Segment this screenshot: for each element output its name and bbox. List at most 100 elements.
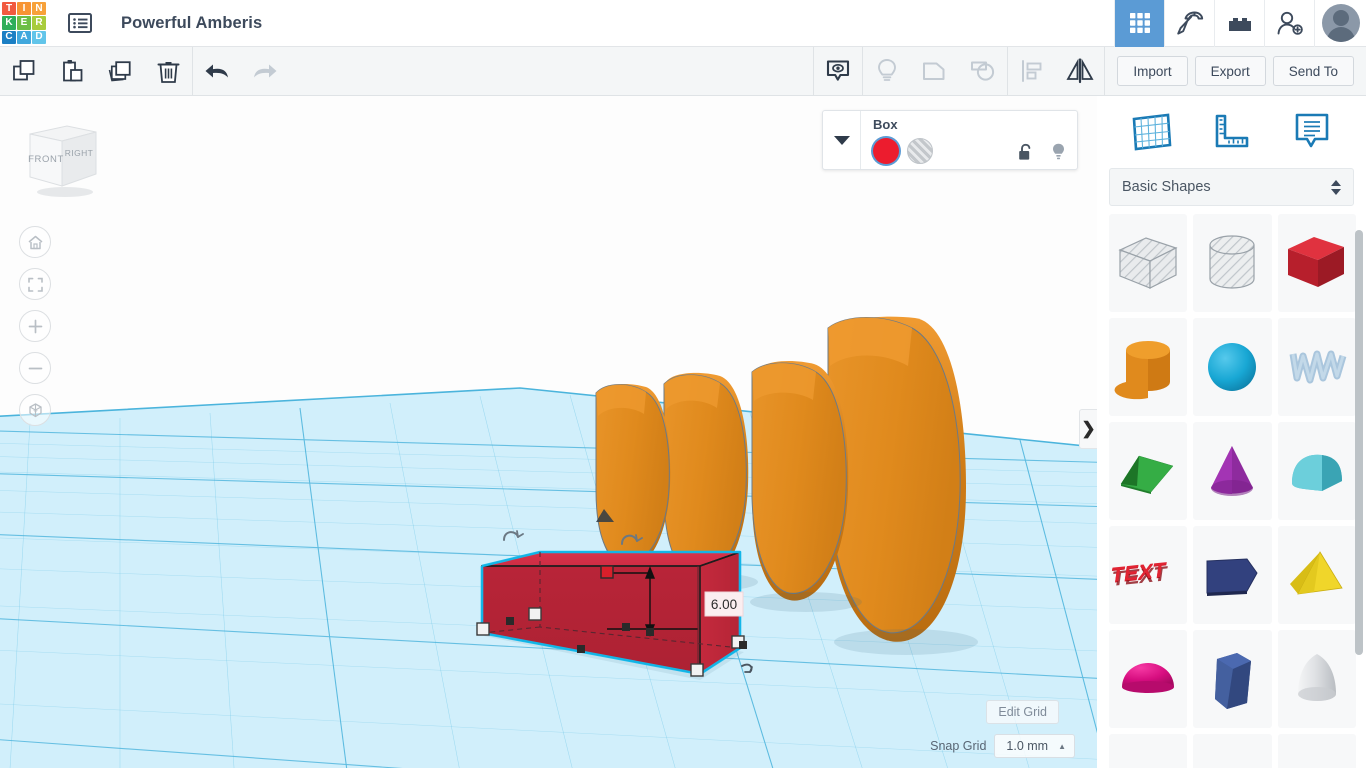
- tab-note[interactable]: [1284, 107, 1340, 157]
- shapes-panel: Basic Shapes TEXT TEXT TEXT: [1097, 96, 1366, 768]
- shape-cylinder[interactable]: [1109, 318, 1188, 416]
- logo-tile-t: T: [2, 2, 16, 16]
- edit-toolbar: Import Export Send To: [0, 47, 1366, 96]
- notes-button[interactable]: [814, 47, 862, 95]
- hide-button[interactable]: [863, 47, 911, 95]
- tinkercad-app: TINKERCAD Powerful Amberis Import Export…: [0, 0, 1366, 768]
- ungroup-button[interactable]: [959, 47, 1007, 95]
- topbar-actions: [1114, 0, 1366, 47]
- shape-sphere[interactable]: [1193, 318, 1272, 416]
- dimension-value-text: 6.00: [711, 597, 737, 612]
- solid-color-swatch[interactable]: [873, 138, 899, 164]
- shape-properties-panel: Box: [822, 110, 1078, 170]
- avatar[interactable]: [1314, 0, 1366, 47]
- tab-ruler[interactable]: [1203, 107, 1259, 157]
- shape-cylinder-hole[interactable]: [1193, 214, 1272, 312]
- logo-tile-d: D: [32, 30, 46, 44]
- home-view-button[interactable]: [19, 226, 51, 258]
- shape-cone[interactable]: [1193, 422, 1272, 520]
- shape-extra-1[interactable]: [1109, 734, 1188, 768]
- tinkercad-logo[interactable]: TIN KER CAD: [1, 1, 47, 45]
- logo-tile-c: C: [2, 30, 16, 44]
- scale-handle-corner: [690, 663, 704, 677]
- paste-button[interactable]: [48, 47, 96, 95]
- caret-up-icon: ▲: [1058, 741, 1066, 751]
- shape-scribble[interactable]: [1277, 318, 1356, 416]
- shape-roof[interactable]: [1109, 422, 1188, 520]
- shape-hex-prism[interactable]: [1193, 630, 1272, 728]
- logo-tile-i: I: [17, 2, 31, 16]
- group-button[interactable]: [911, 47, 959, 95]
- view-cube[interactable]: FRONT RIGHT: [22, 118, 104, 204]
- viewcube-front-label: FRONT: [28, 154, 64, 165]
- edit-grid-button[interactable]: Edit Grid: [986, 700, 1059, 724]
- shapes-panel-tabs: [1097, 96, 1366, 168]
- 3d-viewport[interactable]: 6.00 FRONT RIGHT ❯ Edit Grid Snap Grid 1…: [0, 96, 1097, 768]
- shape-paraboloid[interactable]: [1277, 630, 1356, 728]
- shape-category-dropdown[interactable]: Basic Shapes: [1109, 168, 1354, 206]
- tab-bricks[interactable]: [1214, 0, 1264, 47]
- shape-polygon-extrude[interactable]: [1193, 526, 1272, 624]
- height-handle: [600, 565, 614, 579]
- snap-grid-label: Snap Grid: [930, 739, 987, 753]
- avatar-body: [1326, 27, 1355, 42]
- logo-tile-r: R: [32, 16, 46, 30]
- copy-button[interactable]: [0, 47, 48, 95]
- shape-panel-title: Box: [873, 117, 898, 132]
- redo-button[interactable]: [241, 47, 289, 95]
- shape-extra-3[interactable]: [1277, 734, 1356, 768]
- shape-text[interactable]: TEXT TEXT TEXT: [1109, 526, 1188, 624]
- scale-handle-corner: [528, 607, 542, 621]
- tab-3d-design[interactable]: [1114, 0, 1164, 47]
- snap-grid-control: Snap Grid 1.0 mm ▲: [930, 734, 1075, 758]
- export-button[interactable]: Export: [1194, 56, 1266, 86]
- snap-grid-value: 1.0 mm: [1006, 739, 1049, 753]
- scale-handle-edge: [577, 645, 585, 653]
- dimension-label: 6.00: [704, 591, 744, 617]
- shape-extra-2[interactable]: [1193, 734, 1272, 768]
- top-bar: TIN KER CAD Powerful Amberis: [0, 0, 1366, 47]
- snap-grid-dropdown[interactable]: 1.0 mm ▲: [994, 734, 1075, 758]
- shapes-panel-scrollbar[interactable]: [1355, 230, 1363, 655]
- scale-handle-corner: [476, 622, 490, 636]
- logo-tile-n: N: [32, 2, 46, 16]
- undo-button[interactable]: [193, 47, 241, 95]
- shape-half-sphere[interactable]: [1109, 630, 1188, 728]
- logo-tile-k: K: [2, 16, 16, 30]
- shape-box-hole[interactable]: [1109, 214, 1188, 312]
- workplane-scene: 6.00: [0, 96, 1097, 768]
- shape-box[interactable]: [1277, 214, 1356, 312]
- lightbulb-icon[interactable]: [1050, 142, 1067, 162]
- hole-swatch[interactable]: [907, 138, 933, 164]
- viewcube-right-label: RIGHT: [65, 148, 93, 158]
- document-list-icon[interactable]: [57, 0, 103, 46]
- logo-tile-e: E: [17, 16, 31, 30]
- chevron-down-icon: [833, 136, 850, 145]
- duplicate-button[interactable]: [96, 47, 144, 95]
- tab-blocks[interactable]: [1164, 0, 1214, 47]
- shape-round-roof[interactable]: [1277, 422, 1356, 520]
- zoom-in-button[interactable]: [19, 310, 51, 342]
- fit-all-button[interactable]: [19, 268, 51, 300]
- unlock-icon[interactable]: [1017, 143, 1034, 162]
- align-button[interactable]: [1008, 47, 1056, 95]
- send-to-button[interactable]: Send To: [1272, 56, 1354, 86]
- cylinder-orange-4: [827, 316, 966, 642]
- scale-handle-edge: [622, 623, 630, 631]
- delete-button[interactable]: [144, 47, 192, 95]
- scale-handle-edge: [739, 641, 747, 649]
- tab-workplane[interactable]: [1123, 107, 1179, 157]
- import-button[interactable]: Import: [1117, 56, 1188, 86]
- shape-pyramid[interactable]: [1277, 526, 1356, 624]
- logo-tile-a: A: [17, 30, 31, 44]
- avatar-head: [1332, 10, 1349, 26]
- collapse-shape-panel-button[interactable]: [823, 111, 861, 169]
- file-actions: Import Export Send To: [1105, 47, 1366, 95]
- zoom-out-button[interactable]: [19, 352, 51, 384]
- mirror-button[interactable]: [1056, 47, 1104, 95]
- shape-library-grid[interactable]: TEXT TEXT TEXT: [1097, 214, 1366, 768]
- collapse-shapes-panel-button[interactable]: ❯: [1079, 409, 1097, 449]
- shape-category-label: Basic Shapes: [1122, 179, 1211, 195]
- ortho-perspective-button[interactable]: [19, 394, 51, 426]
- invite-people-button[interactable]: [1264, 0, 1314, 47]
